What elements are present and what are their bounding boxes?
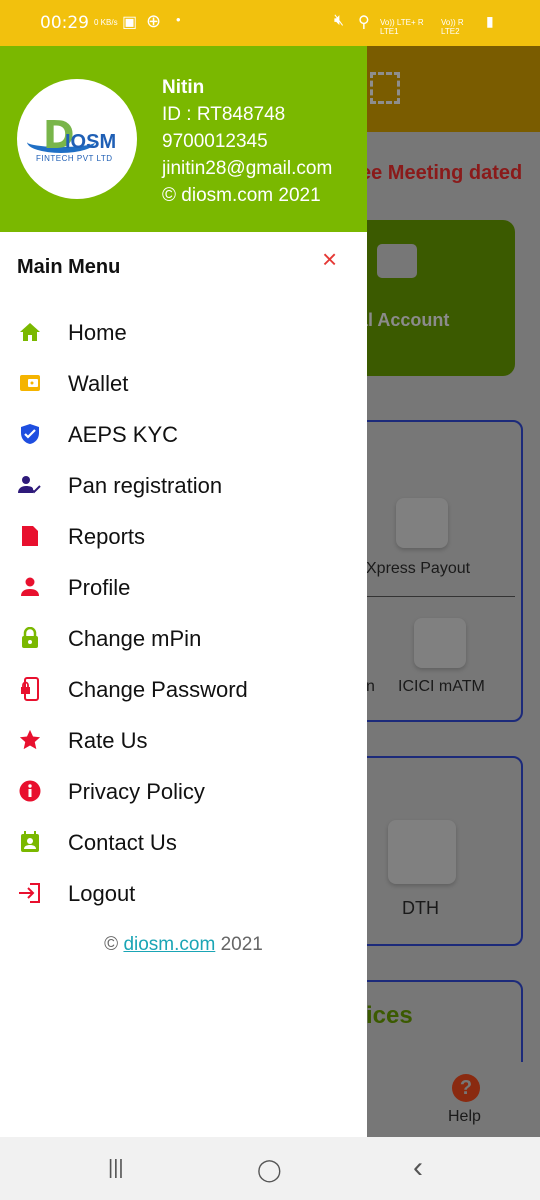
help-label: Help	[448, 1108, 481, 1125]
menu-item-profile[interactable]: Profile	[0, 565, 367, 609]
contact-icon	[18, 830, 42, 854]
user-email: jinitin28@gmail.com	[162, 158, 333, 179]
company-logo: D IOSM FINTECH PVT LTD	[17, 79, 137, 199]
logout-icon	[18, 881, 42, 905]
menu-item-label: Reports	[68, 524, 146, 549]
menu-item-reports[interactable]: Reports	[0, 514, 367, 558]
menu-item-pan-registration[interactable]: Pan registration	[0, 463, 367, 507]
back-button[interactable]: ‹	[413, 1151, 423, 1185]
services-heading: ices	[366, 1002, 413, 1029]
status-bar: 00:29 0 KB/s ▣ ⊕ • 🔇︎ ⚲ Vo)) LTE+ R LTE1…	[0, 0, 540, 46]
home-button[interactable]: ◯	[257, 1157, 282, 1183]
shield-check-icon	[18, 422, 42, 446]
user-name: Nitin	[162, 77, 205, 98]
carrier2: Vo)) R LTE2	[441, 18, 464, 36]
dot-icon: •	[176, 12, 181, 27]
menu-item-label: Change mPin	[68, 626, 202, 651]
menu-item-label: Logout	[68, 881, 136, 906]
mute-icon: 🔇︎	[334, 12, 345, 29]
menu-item-change-password[interactable]: Change Password	[0, 667, 367, 711]
menu-item-change-mpin[interactable]: Change mPin	[0, 616, 367, 660]
person-icon	[18, 575, 42, 599]
net-speed: 0 KB/s	[94, 18, 118, 27]
status-time: 00:29	[40, 13, 89, 33]
menu-item-aeps-kyc[interactable]: AEPS KYC	[0, 412, 367, 456]
user-check-icon	[18, 473, 42, 497]
close-icon[interactable]: ×	[322, 246, 337, 272]
app-icon: ⊕	[146, 11, 162, 31]
dth-label[interactable]: DTH	[402, 898, 439, 919]
user-id: ID : RT848748	[162, 104, 286, 125]
diosm-link[interactable]: diosm.com	[123, 934, 215, 955]
matm-icon	[414, 618, 466, 668]
location-icon: ⚲	[358, 14, 370, 31]
info-icon	[18, 779, 42, 803]
menu-item-wallet[interactable]: Wallet	[0, 361, 367, 405]
navigation-drawer: D IOSM FINTECH PVT LTD Nitin ID : RT848748…	[0, 46, 367, 1137]
phone-lock-icon	[18, 677, 42, 701]
menu-item-label: Wallet	[68, 371, 129, 396]
drawer-header: D IOSM FINTECH PVT LTD Nitin ID : RT848748…	[0, 46, 367, 232]
menu-item-label: Profile	[68, 575, 131, 600]
menu-item-label: Change Password	[68, 677, 248, 702]
system-nav-bar: ||| ◯ ‹	[0, 1137, 540, 1200]
partial-label: n	[366, 678, 375, 695]
menu-item-label: Home	[68, 320, 127, 345]
menu-title: Main Menu	[17, 256, 121, 278]
menu-item-home[interactable]: Home	[0, 310, 367, 354]
document-icon	[18, 524, 42, 548]
menu-item-contact-us[interactable]: Contact Us	[0, 820, 367, 864]
battery-icon: ▮	[486, 13, 494, 29]
menu-item-label: Privacy Policy	[68, 779, 205, 804]
home-icon	[18, 320, 42, 344]
menu-item-logout[interactable]: Logout	[0, 871, 367, 915]
dth-icon	[388, 820, 456, 884]
user-phone: 9700012345	[162, 131, 268, 152]
menu-item-rate-us[interactable]: Rate Us	[0, 718, 367, 762]
xpress-payout-label[interactable]: Xpress Payout	[366, 560, 470, 578]
menu-item-label: Pan registration	[68, 473, 223, 498]
wallet-icon	[377, 244, 417, 278]
user-info: Nitin ID : RT848748 9700012345 jinitin28…	[162, 74, 332, 209]
help-button[interactable]: ? Help	[368, 1062, 540, 1137]
gallery-icon: ▣	[122, 14, 138, 31]
qr-icon[interactable]	[370, 72, 400, 104]
menu-item-privacy-policy[interactable]: Privacy Policy	[0, 769, 367, 813]
carrier1: Vo)) LTE+ R LTE1	[380, 18, 424, 36]
menu-item-label: Rate Us	[68, 728, 148, 753]
lock-icon	[18, 626, 42, 650]
recents-button[interactable]: |||	[108, 1157, 124, 1180]
help-icon: ?	[452, 1074, 480, 1102]
payout-icon	[396, 498, 448, 548]
menu-item-label: AEPS KYC	[68, 422, 179, 447]
drawer-footer: © diosm.com 2021	[104, 934, 263, 955]
icici-matm-label[interactable]: ICICI mATM	[398, 678, 485, 696]
star-icon	[18, 728, 42, 752]
wallet-icon	[18, 371, 42, 395]
account-card-label: al Account	[358, 310, 450, 330]
menu-item-label: Contact Us	[68, 830, 177, 855]
header-copyright: © diosm.com 2021	[162, 185, 321, 206]
